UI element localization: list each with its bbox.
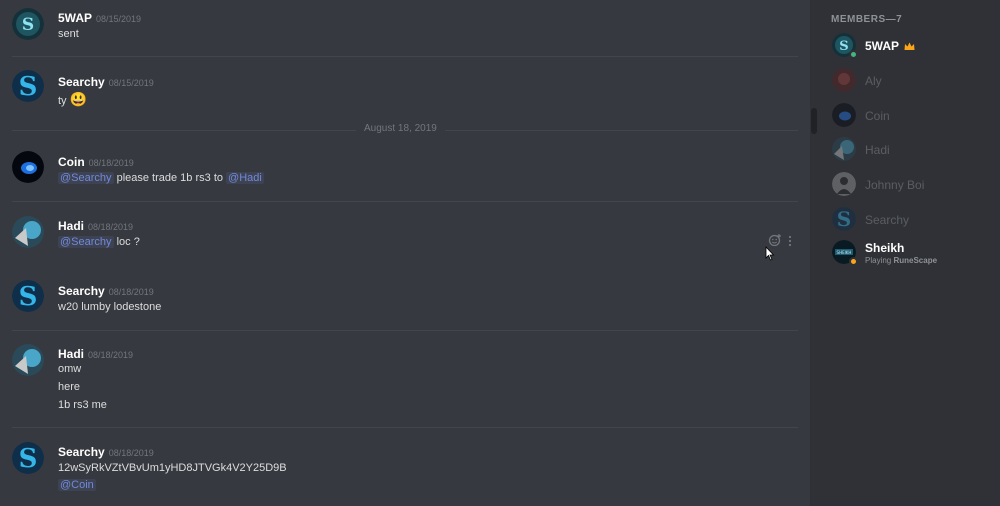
message-text: sent — [58, 28, 79, 40]
crown-icon — [904, 40, 915, 54]
date-separator-label: August 18, 2019 — [356, 123, 445, 134]
author-name[interactable]: Coin — [58, 155, 85, 169]
avatar — [832, 172, 856, 196]
message-text-content: loc ? — [113, 236, 140, 248]
message-text: ty 😃 — [58, 91, 87, 108]
timestamp: 08/18/2019 — [108, 287, 154, 297]
scrollbar-thumb[interactable] — [811, 108, 817, 134]
member-name: 5WAP — [865, 39, 900, 53]
user-mention[interactable]: @Hadi — [226, 172, 264, 184]
avatar[interactable]: S — [12, 70, 44, 102]
member-item[interactable]: Hadi — [832, 137, 1000, 165]
timestamp: 08/15/2019 — [108, 78, 154, 88]
member-list-header: MEMBERS—7 — [831, 14, 903, 25]
message-divider — [12, 201, 798, 202]
activity-game: RuneScape — [893, 256, 938, 265]
member-item[interactable]: Coin — [832, 103, 1000, 131]
message-text: 1b rs3 me — [58, 399, 107, 411]
member-item[interactable]: Aly — [832, 68, 1000, 96]
message-text: w20 lumby lodestone — [58, 301, 162, 313]
add-reaction-icon[interactable] — [768, 233, 782, 247]
timestamp: 08/18/2019 — [88, 350, 134, 360]
author-name[interactable]: Searchy — [58, 445, 105, 459]
message-text: @Searchy please trade 1b rs3 to @Hadi — [58, 172, 264, 184]
timestamp: 08/18/2019 — [108, 448, 154, 458]
message-text: omw — [58, 363, 82, 375]
message-text: here — [58, 381, 81, 393]
message-text: @Coin — [58, 479, 96, 491]
svg-text:S: S — [837, 207, 851, 231]
avatar[interactable] — [12, 216, 44, 248]
member-item[interactable]: Johnny Boi — [832, 172, 1000, 200]
timestamp: 08/15/2019 — [96, 14, 142, 24]
avatar[interactable] — [12, 344, 44, 376]
message-text-content: ty — [58, 95, 67, 107]
timestamp: 08/18/2019 — [88, 222, 134, 232]
avatar[interactable]: S — [12, 442, 44, 474]
member-item[interactable]: S Searchy — [832, 207, 1000, 235]
more-options-icon[interactable] — [787, 234, 793, 247]
member-name: Hadi — [865, 143, 890, 157]
member-item[interactable]: SHEIKH Sheikh Playing RuneScape — [832, 240, 1000, 270]
message-text-content: please trade 1b rs3 to — [113, 172, 227, 184]
mouse-cursor-icon — [765, 245, 775, 267]
user-mention[interactable]: @Searchy — [58, 172, 114, 184]
svg-text:S: S — [19, 282, 38, 312]
message-divider — [12, 56, 798, 57]
svg-text:S: S — [22, 15, 34, 35]
svg-text:S: S — [19, 72, 38, 102]
member-name: Searchy — [865, 213, 910, 227]
svg-text:S: S — [839, 39, 848, 54]
member-name: Sheikh — [865, 241, 905, 255]
author-name[interactable]: Hadi — [58, 347, 84, 361]
activity-prefix: Playing — [865, 256, 894, 265]
member-name: Coin — [865, 109, 890, 123]
member-activity: Playing RuneScape — [865, 256, 937, 265]
avatar — [832, 103, 856, 127]
idle-status-icon — [849, 257, 858, 266]
author-name[interactable]: Hadi — [58, 219, 84, 233]
message-text: 12wSyRkVZtVBvUm1yHD8JTVGk4V2Y25D9B — [58, 462, 287, 474]
message-divider — [12, 427, 798, 428]
svg-text:SHEIKH: SHEIKH — [837, 250, 852, 255]
member-list: MEMBERS—7 S 5WAP Aly Coin Hadi Johnny Bo… — [818, 0, 1000, 506]
avatar[interactable]: S — [12, 280, 44, 312]
user-mention[interactable]: @Coin — [58, 479, 96, 491]
user-mention[interactable]: @Searchy — [58, 236, 114, 248]
chat-scrollbar[interactable] — [810, 0, 818, 506]
avatar[interactable]: S — [12, 8, 44, 40]
chat-area: S 5WAP 08/15/2019 sent S Searchy 08/15/201… — [0, 0, 810, 506]
online-status-icon — [849, 50, 858, 59]
avatar — [832, 68, 856, 92]
member-name: Johnny Boi — [865, 178, 925, 192]
svg-text:S: S — [19, 444, 38, 474]
avatar[interactable] — [12, 151, 44, 183]
member-name: Aly — [865, 74, 882, 88]
message-text: @Searchy loc ? — [58, 236, 140, 248]
smiley-emoji-icon[interactable]: 😃 — [70, 91, 87, 107]
avatar: S — [832, 207, 856, 231]
message-divider — [12, 330, 798, 331]
author-name[interactable]: 5WAP — [58, 11, 92, 25]
author-name[interactable]: Searchy — [58, 284, 105, 298]
member-item[interactable]: S 5WAP — [832, 33, 1000, 61]
author-name[interactable]: Searchy — [58, 75, 105, 89]
timestamp: 08/18/2019 — [88, 158, 134, 168]
avatar — [832, 137, 856, 161]
